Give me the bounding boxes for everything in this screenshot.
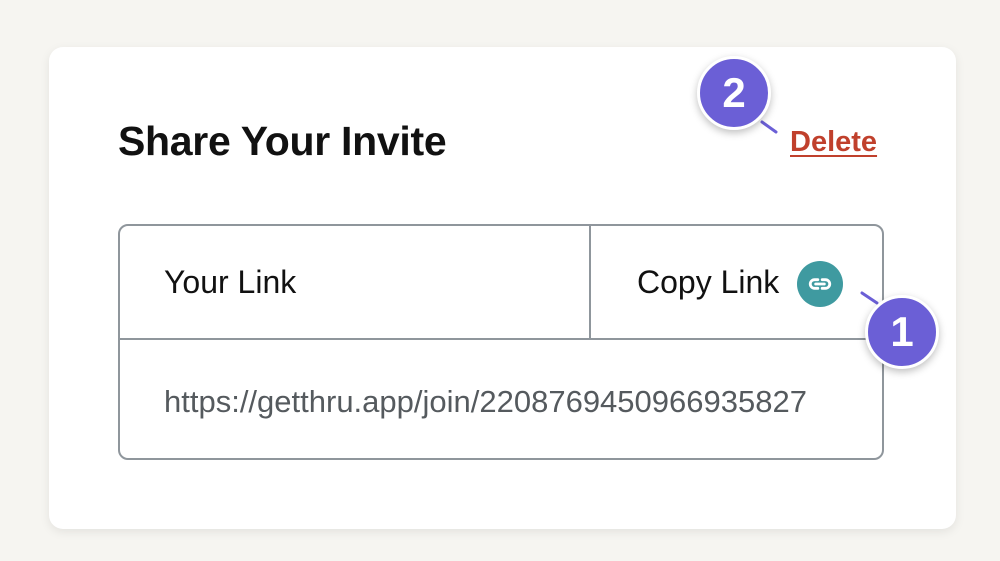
page-title: Share Your Invite — [118, 118, 447, 164]
invite-link-table: Your Link Copy Link https://getthru.app/… — [118, 224, 884, 460]
copy-link-button[interactable]: Copy Link — [589, 226, 882, 338]
copy-link-label: Copy Link — [637, 264, 780, 300]
link-table-header: Your Link Copy Link — [120, 226, 882, 340]
your-link-label: Your Link — [164, 264, 297, 300]
link-icon — [797, 261, 843, 307]
step-badge-2: 2 — [697, 56, 771, 130]
step-badge-1: 1 — [865, 295, 939, 369]
delete-link[interactable]: Delete — [790, 126, 877, 159]
invite-url: https://getthru.app/join/220876945096693… — [164, 384, 807, 419]
